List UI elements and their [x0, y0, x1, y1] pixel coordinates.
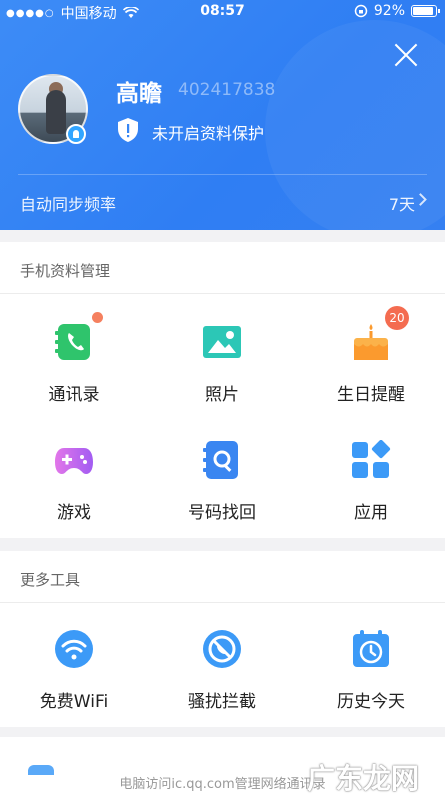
new-dot-badge	[92, 312, 103, 323]
grid-item-label: 号码找回	[188, 503, 256, 523]
phone-data-grid: 通讯录 照片 20 生日提醒 游戏 号码找回 应用	[0, 294, 445, 538]
close-button[interactable]	[393, 42, 419, 68]
grid-item-games[interactable]: 游戏	[0, 440, 148, 523]
grid-item-number-recovery[interactable]: 号码找回	[148, 440, 296, 523]
contacts-icon	[55, 324, 90, 360]
grid-item-label: 历史今天	[337, 692, 405, 712]
grid-item-photos[interactable]: 照片	[148, 322, 296, 405]
sync-frequency-value[interactable]: 7天	[389, 191, 415, 215]
watermark: 广东龙网	[306, 762, 419, 795]
grid-item-free-wifi[interactable]: 免费WiFi	[0, 629, 148, 712]
battery-percent: 92%	[373, 3, 405, 19]
profile-header: ●●●●○ 中国移动 08:57 92% 高瞻 402417838 未开启资料保…	[0, 0, 445, 230]
grid-item-contacts[interactable]: 通讯录	[0, 312, 148, 405]
photo-icon	[203, 326, 241, 358]
battery-icon	[411, 5, 440, 17]
grid-item-apps[interactable]: 应用	[297, 439, 445, 523]
number-recovery-icon	[203, 441, 238, 479]
shield-icon	[118, 118, 138, 142]
grid-item-history-today[interactable]: 历史今天	[297, 629, 445, 712]
grid-item-label: 生日提醒	[337, 385, 405, 405]
rotation-lock-icon	[354, 4, 368, 18]
grid-item-label: 通讯录	[48, 385, 100, 405]
section-title-phone-data: 手机资料管理	[0, 242, 445, 294]
grid-item-label: 照片	[205, 385, 239, 405]
birthday-count-badge: 20	[385, 306, 409, 330]
grid-item-block-calls[interactable]: 骚扰拦截	[148, 629, 296, 712]
block-call-icon	[203, 630, 241, 668]
divider	[18, 174, 427, 175]
grid-item-label: 游戏	[57, 503, 91, 523]
grid-item-label: 骚扰拦截	[188, 692, 256, 712]
apps-icon	[352, 439, 391, 478]
calendar-clock-icon	[353, 630, 389, 667]
qq-number: 402417838	[178, 80, 276, 100]
notification-bell-icon	[66, 124, 86, 144]
sync-frequency-label[interactable]: 自动同步频率	[20, 191, 116, 215]
profile-name: 高瞻	[116, 81, 162, 107]
grid-item-label: 应用	[354, 503, 388, 523]
protection-status[interactable]: 未开启资料保护	[152, 120, 264, 144]
wifi-icon	[55, 630, 93, 668]
status-bar: ●●●●○ 中国移动 08:57 92%	[0, 0, 445, 24]
grid-item-label: 免费WiFi	[39, 692, 109, 712]
birthday-cake-icon	[354, 324, 388, 360]
gamepad-icon	[55, 448, 93, 474]
grid-item-birthday[interactable]: 20 生日提醒	[297, 306, 445, 405]
section-title-more-tools: 更多工具	[0, 551, 445, 603]
more-tools-grid: 免费WiFi 骚扰拦截 历史今天	[0, 603, 445, 727]
